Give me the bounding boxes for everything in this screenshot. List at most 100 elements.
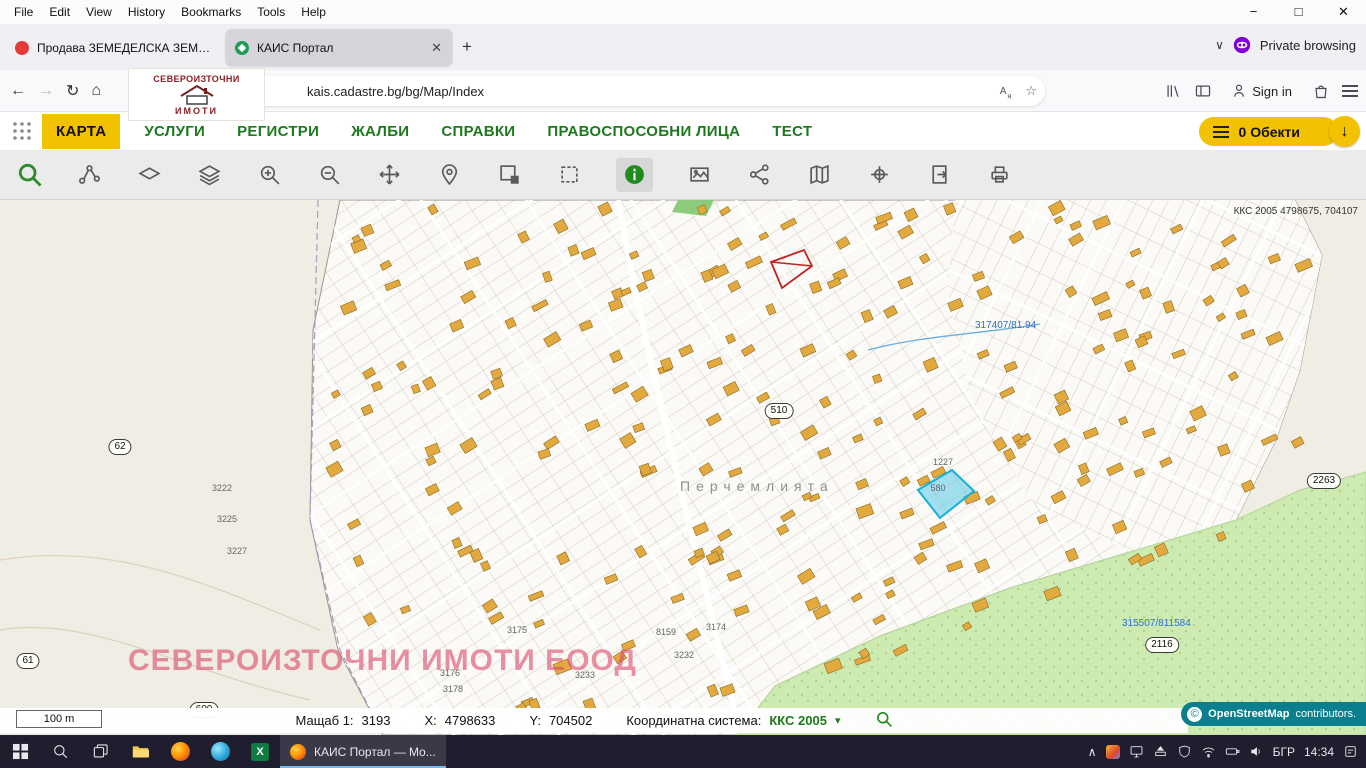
menu-help[interactable]: Help [293, 5, 334, 19]
app-menu-icon[interactable] [1342, 85, 1358, 97]
excel-glyph: X [251, 743, 269, 761]
hidden-icons-chevron[interactable]: ∧ [1088, 745, 1097, 759]
objects-download-button[interactable]: ↓ [1329, 116, 1360, 147]
apps-grid-icon[interactable] [12, 121, 32, 141]
menu-file[interactable]: File [6, 5, 41, 19]
notification-center-icon[interactable] [1343, 744, 1358, 759]
edge-browser-icon[interactable] [200, 735, 240, 768]
print-icon[interactable] [986, 161, 1013, 188]
menu-edit[interactable]: Edit [41, 5, 78, 19]
measure-icon[interactable] [76, 161, 103, 188]
tab2-favicon [234, 40, 250, 56]
taskbar-search-icon[interactable] [40, 735, 80, 768]
location-pin-icon[interactable] [436, 161, 463, 188]
start-button[interactable] [0, 735, 40, 768]
crs-value[interactable]: ККС 2005 [769, 713, 827, 728]
sign-in-label: Sign in [1252, 84, 1292, 99]
tray-app-icon[interactable] [1106, 745, 1120, 759]
tab-close-icon[interactable]: ✕ [429, 40, 444, 56]
menu-history[interactable]: History [120, 5, 173, 19]
osm-contributors[interactable]: contributors. [1295, 708, 1356, 720]
tabbar-right: ∨ Private browsing [1215, 36, 1356, 54]
menu-bar: File Edit View History Bookmarks Tools H… [0, 0, 1366, 24]
nav-uslugi[interactable]: УСЛУГИ [144, 123, 205, 140]
objects-counter-button[interactable]: 0 Обекти [1199, 117, 1338, 146]
reload-button[interactable]: ↻ [66, 81, 79, 101]
window-controls: − □ ✕ [1231, 0, 1366, 24]
pan-icon[interactable] [376, 161, 403, 188]
menu-bookmarks[interactable]: Bookmarks [173, 5, 249, 19]
crs-dropdown-caret[interactable]: ▾ [835, 714, 841, 727]
close-button[interactable]: ✕ [1321, 0, 1366, 24]
scale-value: 3193 [362, 713, 391, 728]
copyright-icon: © [1187, 707, 1202, 722]
tab-prodava-zemia[interactable]: Продава ЗЕМЕДЕЛСКА ЗЕМЯ в [6, 30, 222, 66]
wifi-icon[interactable] [1201, 744, 1216, 759]
scale-label: Мащаб 1: [296, 713, 354, 728]
export-document-icon[interactable] [926, 161, 953, 188]
usb-eject-icon[interactable] [1153, 744, 1168, 759]
layers-icon[interactable] [196, 161, 223, 188]
account-icon [1232, 83, 1246, 99]
url-bar[interactable]: kais.cadastre.bg/bg/Map/Index A я ☆ [163, 76, 1045, 106]
menu-view[interactable]: View [78, 5, 120, 19]
private-browsing-icon [1233, 36, 1251, 54]
tab-kais-portal[interactable]: КАИС Портал ✕ [226, 30, 452, 66]
sign-in-button[interactable]: Sign in [1224, 79, 1300, 103]
home-button[interactable]: ⌂ [91, 82, 101, 100]
agency-watermark: СЕВЕРОИЗТОЧНИ ИМОТИ ЕООД [128, 644, 637, 678]
taskbar: X КАИС Портал — Mo... ∧ БГР 14:34 [0, 735, 1366, 768]
select-area-icon[interactable] [496, 161, 523, 188]
zoom-out-icon[interactable] [316, 161, 343, 188]
file-explorer-icon[interactable] [120, 735, 160, 768]
nav-spravki[interactable]: СПРАВКИ [441, 123, 515, 140]
firefox-icon[interactable] [160, 735, 200, 768]
share-graph-icon[interactable] [746, 161, 773, 188]
info-tool-icon[interactable] [616, 158, 653, 192]
url-text[interactable]: kais.cadastre.bg/bg/Map/Index [307, 84, 998, 99]
taskbar-active-window[interactable]: КАИС Портал — Mo... [280, 735, 446, 768]
sidebar-icon[interactable] [1194, 82, 1212, 100]
clear-selection-icon[interactable] [556, 161, 583, 188]
display-icon[interactable] [1129, 744, 1144, 759]
nav-registri[interactable]: РЕГИСТРИ [237, 123, 319, 140]
nav-zhalbi[interactable]: ЖАЛБИ [351, 123, 409, 140]
layer-flat-icon[interactable] [136, 161, 163, 188]
list-all-tabs-chevron[interactable]: ∨ [1215, 38, 1224, 52]
task-view-icon[interactable] [80, 735, 120, 768]
forward-button[interactable]: → [38, 82, 54, 100]
tab-bar: Продава ЗЕМЕДЕЛСКА ЗЕМЯ в КАИС Портал ✕ … [0, 24, 1366, 70]
back-button[interactable]: ← [10, 82, 26, 100]
folded-map-icon[interactable] [806, 161, 833, 188]
minimize-button[interactable]: − [1231, 0, 1276, 24]
excel-icon[interactable]: X [240, 735, 280, 768]
map-canvas[interactable]: 6261600510226321163222322532273175815931… [0, 200, 1366, 735]
language-indicator[interactable]: БГР [1273, 745, 1295, 759]
active-window-title: КАИС Портал — Mo... [314, 745, 436, 759]
statusbar-search-icon[interactable] [875, 710, 893, 731]
clock[interactable]: 14:34 [1304, 745, 1334, 759]
new-tab-button[interactable]: + [462, 37, 472, 57]
system-tray: ∧ БГР 14:34 [1088, 744, 1366, 759]
zoom-in-icon[interactable] [256, 161, 283, 188]
x-value: 4798633 [445, 713, 496, 728]
place-name-label: Перчемлията [680, 478, 834, 494]
translate-icon[interactable]: A я [998, 83, 1015, 100]
crosshair-coordinates-icon[interactable] [866, 161, 893, 188]
nav-test[interactable]: ТЕСТ [772, 123, 812, 140]
bookmark-star-icon[interactable]: ☆ [1025, 83, 1037, 99]
volume-icon[interactable] [1249, 744, 1264, 759]
gift-icon[interactable] [1312, 82, 1330, 100]
map-search-icon[interactable] [16, 161, 43, 188]
agency-logo-line1: СЕВЕРОИЗТОЧНИ [153, 74, 239, 84]
maximize-button[interactable]: □ [1276, 0, 1321, 24]
menu-tools[interactable]: Tools [249, 5, 293, 19]
battery-icon[interactable] [1225, 744, 1240, 759]
library-icon[interactable] [1164, 82, 1182, 100]
nav-pravosposobni-litsa[interactable]: ПРАВОСПОСОБНИ ЛИЦА [547, 123, 740, 140]
osm-name[interactable]: OpenStreetMap [1208, 708, 1289, 720]
nav-karta[interactable]: КАРТА [42, 114, 120, 149]
shield-icon[interactable] [1177, 744, 1192, 759]
svg-text:A: A [1000, 86, 1007, 97]
export-image-icon[interactable] [686, 161, 713, 188]
